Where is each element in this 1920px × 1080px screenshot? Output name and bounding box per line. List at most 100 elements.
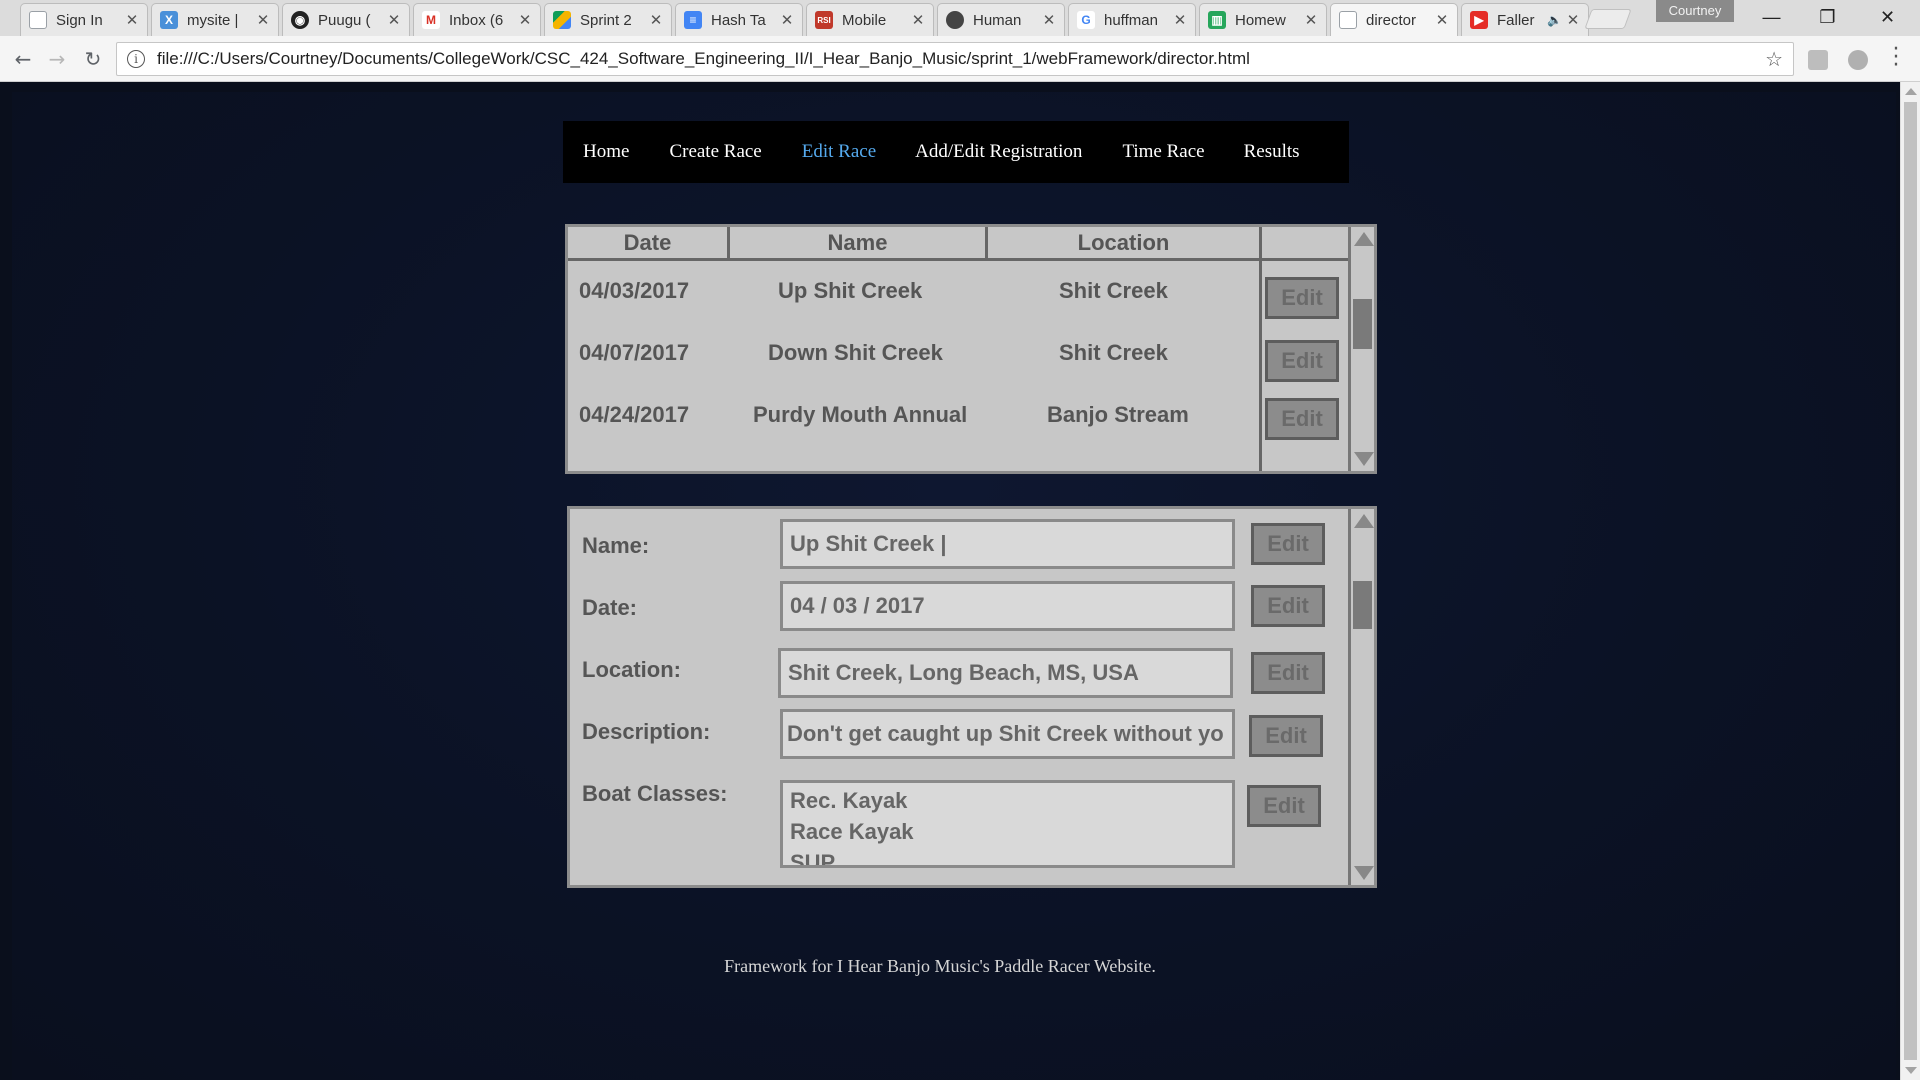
reload-icon[interactable]: ↻ [78,44,108,74]
tab-title: huffman [1104,11,1158,29]
browser-tab[interactable]: X mysite | ✕ [151,3,279,36]
table-row: 04/24/2017 Purdy Mouth Annual Banjo Stre… [568,394,1259,434]
edit-description-button[interactable]: Edit [1249,715,1323,757]
bookmark-star-icon[interactable]: ☆ [1765,47,1783,72]
browser-tab[interactable]: G huffman ✕ [1068,3,1196,36]
close-icon[interactable]: ✕ [256,11,270,29]
close-icon[interactable]: ✕ [1042,11,1056,29]
browser-tab[interactable]: ◉ Puugu ( ✕ [282,3,410,36]
details-scrollbar[interactable] [1348,509,1374,885]
scroll-thumb[interactable] [1353,299,1372,349]
browser-tab[interactable]: Sign In ✕ [20,3,148,36]
column-header-date: Date [568,227,730,258]
date-label: Date: [582,595,638,620]
nav-add-edit-registration[interactable]: Add/Edit Registration [915,141,1082,163]
edit-race-button[interactable]: Edit [1265,398,1339,440]
close-icon[interactable]: ✕ [1304,11,1318,29]
scroll-down-icon[interactable] [1905,1067,1917,1074]
gmail-icon: M [422,11,440,29]
table-row: 04/07/2017 Down Shit Creek Shit Creek [568,332,1259,372]
close-window-icon[interactable]: ✕ [1860,0,1915,34]
tab-title: Inbox (6 [449,11,504,29]
browser-tab[interactable]: ▥ Homew ✕ [1199,3,1327,36]
edit-boat-classes-button[interactable]: Edit [1247,785,1321,827]
race-name: Up Shit Creek [778,278,923,303]
new-tab-button[interactable] [1584,9,1632,29]
name-field[interactable]: Up Shit Creek | [780,519,1235,569]
page-scrollbar[interactable] [1900,82,1920,1080]
elephant-icon [946,11,964,29]
minimize-icon[interactable]: — [1744,0,1799,34]
description-label: Description: [582,719,711,744]
close-icon[interactable]: ✕ [1173,11,1187,29]
tab-title: Puugu ( [318,11,371,29]
list-item[interactable]: SUP [790,847,1232,865]
scroll-down-icon[interactable] [1354,452,1374,466]
location-field[interactable]: Shit Creek, Long Beach, MS, USA [778,648,1233,698]
edit-location-button[interactable]: Edit [1251,652,1325,694]
more-menu-icon[interactable]: · · · [1890,39,1902,77]
scroll-up-icon[interactable] [1905,88,1917,95]
document-icon [29,11,47,29]
tab-title: Hash Ta [711,11,766,29]
speaker-icon[interactable]: 🔈 [1547,13,1562,27]
tab-title: Sprint 2 [580,11,632,29]
edit-race-button[interactable]: Edit [1265,340,1339,382]
close-icon[interactable]: ✕ [518,11,532,29]
race-details-form: Name: Up Shit Creek | Edit Date: 04 / 03… [567,506,1377,888]
browser-tab[interactable]: M Inbox (6 ✕ [413,3,541,36]
x-logo-icon: X [160,11,178,29]
date-field[interactable]: 04 / 03 / 2017 [780,581,1235,631]
scroll-thumb[interactable] [1353,581,1372,629]
tab-title: Sign In [56,11,103,29]
back-icon[interactable]: ← [8,44,38,74]
scroll-thumb[interactable] [1904,102,1917,1060]
nav-time-race[interactable]: Time Race [1122,141,1204,163]
browser-tab[interactable]: ≡ Hash Ta ✕ [675,3,803,36]
extension-icon[interactable] [1808,50,1828,70]
nav-create-race[interactable]: Create Race [669,141,761,163]
table-row: 04/03/2017 Up Shit Creek Shit Creek [568,270,1259,310]
boat-classes-list[interactable]: Rec. Kayak Race Kayak SUP [780,780,1235,868]
scroll-up-icon[interactable] [1354,232,1374,246]
nav-home[interactable]: Home [583,141,629,163]
browser-tab[interactable]: RSI Mobile ✕ [806,3,934,36]
close-icon[interactable]: ✕ [1566,11,1580,29]
nav-results[interactable]: Results [1244,141,1300,163]
races-scrollbar[interactable] [1348,227,1374,471]
close-icon[interactable]: ✕ [1435,11,1449,29]
address-bar[interactable]: i file:///C:/Users/Courtney/Documents/Co… [116,42,1794,76]
description-field[interactable]: Don't get caught up Shit Creek without y… [780,709,1235,759]
table-divider [1259,227,1262,471]
info-icon[interactable]: i [127,50,145,68]
close-icon[interactable]: ✕ [780,11,794,29]
browser-tab[interactable]: ▶ Faller 🔈 ✕ [1461,3,1589,36]
close-icon[interactable]: ✕ [649,11,663,29]
list-item[interactable]: Rec. Kayak [790,785,1232,816]
scroll-up-icon[interactable] [1354,514,1374,528]
profile-button[interactable]: Courtney [1656,0,1734,22]
tab-title: mysite | [187,11,239,29]
forward-icon[interactable]: → [42,44,72,74]
scroll-down-icon[interactable] [1354,866,1374,880]
column-header-name: Name [730,227,988,258]
close-icon[interactable]: ✕ [125,11,139,29]
tab-title: Mobile [842,11,887,29]
extension-icon[interactable] [1848,50,1868,70]
edit-date-button[interactable]: Edit [1251,585,1325,627]
edit-race-button[interactable]: Edit [1265,277,1339,319]
close-icon[interactable]: ✕ [911,11,925,29]
race-name: Down Shit Creek [768,340,943,365]
browser-tab-active[interactable]: director ✕ [1330,3,1458,36]
google-icon: G [1077,11,1095,29]
nav-edit-race[interactable]: Edit Race [802,141,876,163]
list-item[interactable]: Race Kayak [790,816,1232,847]
url-text[interactable]: file:///C:/Users/Courtney/Documents/Coll… [157,49,1765,69]
browser-tab[interactable]: Human ✕ [937,3,1065,36]
restore-icon[interactable]: ❐ [1800,0,1855,34]
browser-tab[interactable]: Sprint 2 ✕ [544,3,672,36]
race-date: 04/24/2017 [579,402,690,427]
edit-name-button[interactable]: Edit [1251,523,1325,565]
close-icon[interactable]: ✕ [387,11,401,29]
docs-icon: ≡ [684,11,702,29]
